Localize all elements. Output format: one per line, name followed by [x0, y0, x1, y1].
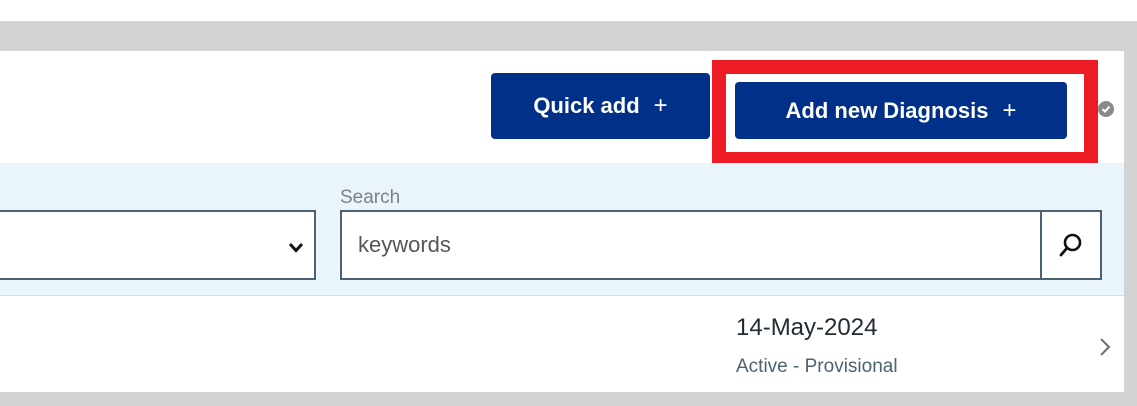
search-icon [1059, 233, 1082, 257]
filter-select[interactable] [0, 210, 316, 280]
search-input[interactable] [340, 210, 1040, 280]
quick-add-button[interactable]: Quick add + [491, 73, 710, 139]
diagnosis-status: Active - Provisional [736, 356, 898, 377]
chevron-down-icon [288, 242, 304, 253]
background-bottom-band [0, 392, 1137, 406]
quick-add-label: Quick add [533, 93, 640, 118]
plus-icon: + [1002, 96, 1017, 124]
search-label: Search [340, 187, 401, 208]
diagnosis-list-item[interactable]: 14-May-2024 Active - Provisional [0, 297, 1124, 392]
background-right-gutter [1124, 21, 1137, 406]
plus-icon: + [653, 92, 668, 119]
add-new-diagnosis-button[interactable]: Add new Diagnosis + [735, 82, 1067, 139]
help-circle-icon[interactable] [1098, 101, 1114, 117]
background-top-band [0, 21, 1137, 51]
chevron-right-icon [1100, 338, 1111, 356]
search-button[interactable] [1040, 210, 1102, 280]
diagnosis-date: 14-May-2024 [736, 314, 878, 341]
add-new-diagnosis-label: Add new Diagnosis [785, 97, 989, 123]
